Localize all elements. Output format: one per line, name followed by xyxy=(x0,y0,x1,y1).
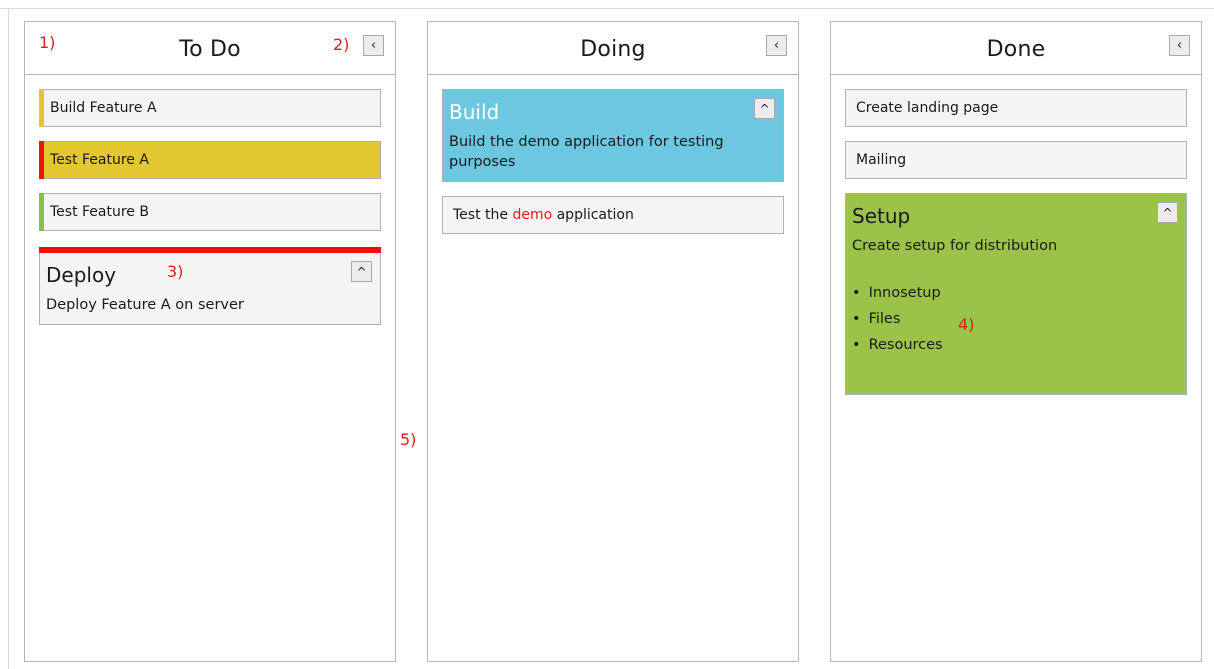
collapse-column-button[interactable]: ‹ xyxy=(1169,35,1190,56)
priority-edge xyxy=(39,141,44,179)
window-top-border xyxy=(0,8,1214,9)
bullet-list: Innosetup Files Resources xyxy=(852,280,1177,358)
task-card-label: Test the demo application xyxy=(453,207,634,223)
bullet-item: Innosetup xyxy=(852,280,1177,306)
task-card[interactable]: Build Feature A xyxy=(39,89,381,127)
task-card-expanded[interactable]: Build Build the demo application for tes… xyxy=(442,89,784,182)
collapse-column-button[interactable]: ‹ xyxy=(766,35,787,56)
bullet-item: Files xyxy=(852,306,1177,332)
chevron-up-icon: ^ xyxy=(1162,205,1173,220)
column-todo: To Do ‹ Build Feature A Test Feature A T… xyxy=(24,21,396,662)
label-highlight: demo xyxy=(512,207,553,223)
chevron-up-icon: ^ xyxy=(759,101,770,116)
chevron-left-icon: ‹ xyxy=(1176,38,1183,53)
task-card-title: Build xyxy=(449,100,500,124)
chevron-left-icon: ‹ xyxy=(370,38,377,53)
task-card-description: Build the demo application for testing p… xyxy=(449,134,724,170)
task-card[interactable]: Test the demo application xyxy=(442,196,784,234)
collapse-card-button[interactable]: ^ xyxy=(1157,202,1178,223)
card-list: Build Build the demo application for tes… xyxy=(428,75,798,234)
task-card-title: Deploy xyxy=(46,263,117,287)
task-card-title: Setup xyxy=(852,204,911,228)
column-title: Done xyxy=(986,37,1046,62)
task-card-label: Mailing xyxy=(856,152,907,168)
annotation-marker: 1) xyxy=(39,33,56,52)
chevron-up-icon: ^ xyxy=(356,264,367,279)
task-card-expanded[interactable]: Deploy Deploy Feature A on server ^ xyxy=(39,247,381,325)
collapse-card-button[interactable]: ^ xyxy=(351,261,372,282)
bullet-item: Resources xyxy=(852,332,1177,358)
card-list: Create landing page Mailing Setup Create… xyxy=(831,75,1201,395)
task-card-expanded[interactable]: Setup Create setup for distribution Inno… xyxy=(845,193,1187,395)
task-card[interactable]: Test Feature B xyxy=(39,193,381,231)
task-card-description: Deploy Feature A on server xyxy=(46,297,244,313)
column-title: Doing xyxy=(580,37,646,62)
task-card[interactable]: Mailing xyxy=(845,141,1187,179)
annotation-marker: 2) xyxy=(333,35,350,54)
annotation-marker: 4) xyxy=(958,315,975,334)
chevron-left-icon: ‹ xyxy=(773,38,780,53)
annotation-marker: 3) xyxy=(167,262,184,281)
collapse-card-button[interactable]: ^ xyxy=(754,98,775,119)
window-left-border xyxy=(8,8,9,669)
task-card-description: Create setup for distribution xyxy=(852,238,1058,254)
task-card[interactable]: Create landing page xyxy=(845,89,1187,127)
priority-edge xyxy=(39,89,44,127)
priority-top-bar xyxy=(39,247,381,253)
column-header: Done ‹ xyxy=(831,22,1201,75)
label-suffix: application xyxy=(552,207,634,223)
task-card-label: Test Feature A xyxy=(50,152,149,168)
label-prefix: Test the xyxy=(453,207,513,223)
task-card[interactable]: Test Feature A xyxy=(39,141,381,179)
column-header: Doing ‹ xyxy=(428,22,798,75)
task-card-label: Test Feature B xyxy=(50,204,149,220)
annotation-marker: 5) xyxy=(400,430,417,449)
task-card-label: Create landing page xyxy=(856,100,999,116)
priority-edge xyxy=(39,193,44,231)
task-card-label: Build Feature A xyxy=(50,100,157,116)
column-done: Done ‹ Create landing page Mailing Setup… xyxy=(830,21,1202,662)
card-list: Build Feature A Test Feature A Test Feat… xyxy=(25,75,395,325)
column-title: To Do xyxy=(179,37,241,62)
column-doing: Doing ‹ Build Build the demo application… xyxy=(427,21,799,662)
collapse-column-button[interactable]: ‹ xyxy=(363,35,384,56)
